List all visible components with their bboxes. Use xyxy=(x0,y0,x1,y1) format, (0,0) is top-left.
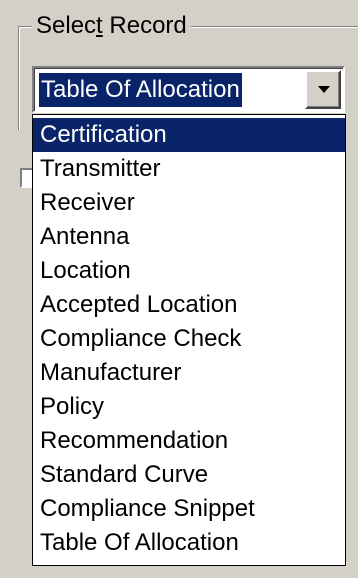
option-manufacturer[interactable]: Manufacturer xyxy=(33,356,345,390)
option-certification[interactable]: Certification xyxy=(33,118,345,152)
option-compliance-snippet[interactable]: Compliance Snippet xyxy=(33,492,345,526)
group-title-accelerator: t xyxy=(96,12,103,39)
chevron-down-icon xyxy=(318,86,330,93)
option-recommendation[interactable]: Recommendation xyxy=(33,424,345,458)
option-location[interactable]: Location xyxy=(33,254,345,288)
record-type-combobox[interactable]: Table Of Allocation xyxy=(32,66,345,113)
group-title-pre: Selec xyxy=(36,12,97,39)
option-policy[interactable]: Policy xyxy=(33,390,345,424)
option-compliance-check[interactable]: Compliance Check xyxy=(33,322,345,356)
group-title-post: Record xyxy=(102,12,187,39)
combobox-selected-value: Table Of Allocation xyxy=(39,73,242,107)
option-table-of-allocation[interactable]: Table Of Allocation xyxy=(33,526,345,560)
record-type-dropdown-list: Certification Transmitter Receiver Anten… xyxy=(32,114,346,566)
group-title: Select Record xyxy=(32,11,191,41)
option-standard-curve[interactable]: Standard Curve xyxy=(33,458,345,492)
option-accepted-location[interactable]: Accepted Location xyxy=(33,288,345,322)
dropdown-button[interactable] xyxy=(305,70,341,109)
option-transmitter[interactable]: Transmitter xyxy=(33,152,345,186)
option-antenna[interactable]: Antenna xyxy=(33,220,345,254)
option-receiver[interactable]: Receiver xyxy=(33,186,345,220)
